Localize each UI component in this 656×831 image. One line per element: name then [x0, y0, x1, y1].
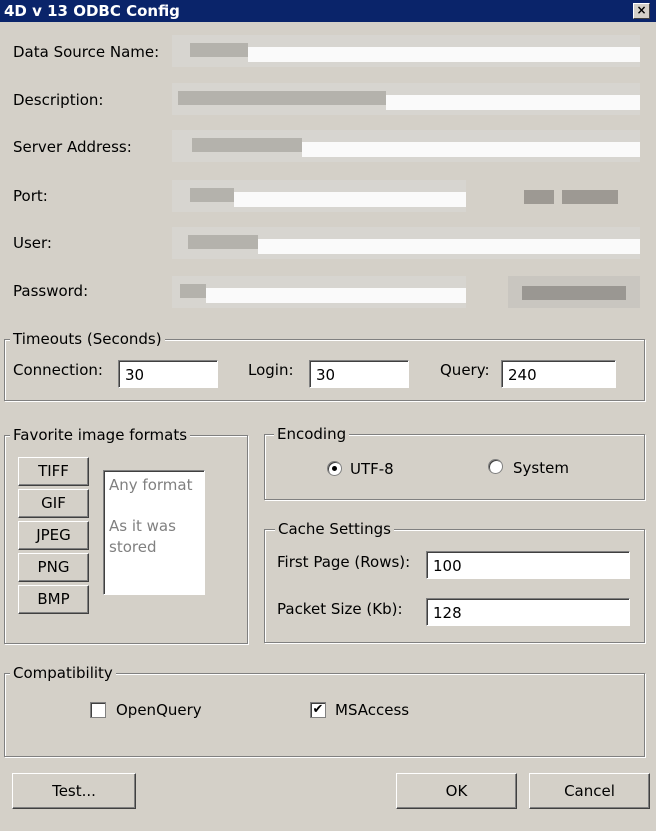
image-format-list[interactable]: Any format As it was stored [103, 470, 205, 595]
user-label: User: [13, 234, 52, 252]
cache-settings-legend: Cache Settings [275, 520, 394, 538]
connection-input[interactable]: 30 [118, 360, 218, 388]
query-input[interactable]: 240 [501, 360, 616, 388]
query-label: Query: [440, 361, 490, 379]
close-button[interactable]: × [633, 3, 650, 19]
compatibility-legend: Compatibility [10, 664, 116, 682]
png-button[interactable]: PNG [18, 553, 89, 582]
utf8-radio[interactable] [327, 461, 342, 476]
openquery-label[interactable]: OpenQuery [116, 701, 202, 719]
description-field[interactable] [172, 83, 640, 115]
password-field[interactable] [172, 276, 466, 308]
port-extra [518, 180, 640, 212]
jpeg-button[interactable]: JPEG [18, 521, 89, 550]
login-label: Login: [248, 361, 294, 379]
list-item-as-stored[interactable]: As it was stored [109, 516, 199, 558]
system-label[interactable]: System [513, 459, 569, 477]
packet-size-label: Packet Size (Kb): [277, 600, 403, 618]
first-page-input[interactable]: 100 [426, 551, 630, 579]
gif-button[interactable]: GIF [18, 489, 89, 518]
server-address-field[interactable] [172, 130, 640, 162]
openquery-checkbox[interactable] [90, 702, 106, 718]
window-title: 4D v 13 ODBC Config [4, 2, 180, 20]
test-button[interactable]: Test... [12, 773, 136, 809]
system-radio[interactable] [488, 459, 503, 474]
timeouts-legend: Timeouts (Seconds) [10, 330, 165, 348]
password-label: Password: [13, 282, 89, 300]
user-field[interactable] [172, 227, 640, 259]
msaccess-checkbox[interactable]: ✔ [310, 702, 326, 718]
packet-size-input[interactable]: 128 [426, 598, 630, 626]
server-address-label: Server Address: [13, 138, 132, 156]
password-extra [508, 276, 640, 308]
connection-label: Connection: [13, 361, 103, 379]
ok-button[interactable]: OK [396, 773, 517, 809]
bmp-button[interactable]: BMP [18, 585, 89, 614]
cancel-button[interactable]: Cancel [529, 773, 650, 809]
description-label: Description: [13, 91, 104, 109]
port-field[interactable] [172, 180, 466, 212]
title-bar: 4D v 13 ODBC Config × [0, 0, 656, 22]
image-formats-legend: Favorite image formats [10, 426, 191, 444]
encoding-group: Encoding [264, 425, 645, 500]
login-input[interactable]: 30 [309, 360, 409, 388]
port-label: Port: [13, 187, 48, 205]
encoding-legend: Encoding [274, 425, 350, 443]
close-icon: × [636, 3, 647, 17]
dsn-label: Data Source Name: [13, 43, 160, 61]
checkmark-icon: ✔ [312, 702, 324, 717]
first-page-label: First Page (Rows): [277, 553, 411, 571]
msaccess-label[interactable]: MSAccess [335, 701, 409, 719]
dsn-field[interactable] [172, 35, 640, 67]
tiff-button[interactable]: TIFF [18, 457, 89, 486]
list-item-any-format[interactable]: Any format [109, 475, 199, 496]
utf8-label[interactable]: UTF-8 [350, 460, 394, 478]
